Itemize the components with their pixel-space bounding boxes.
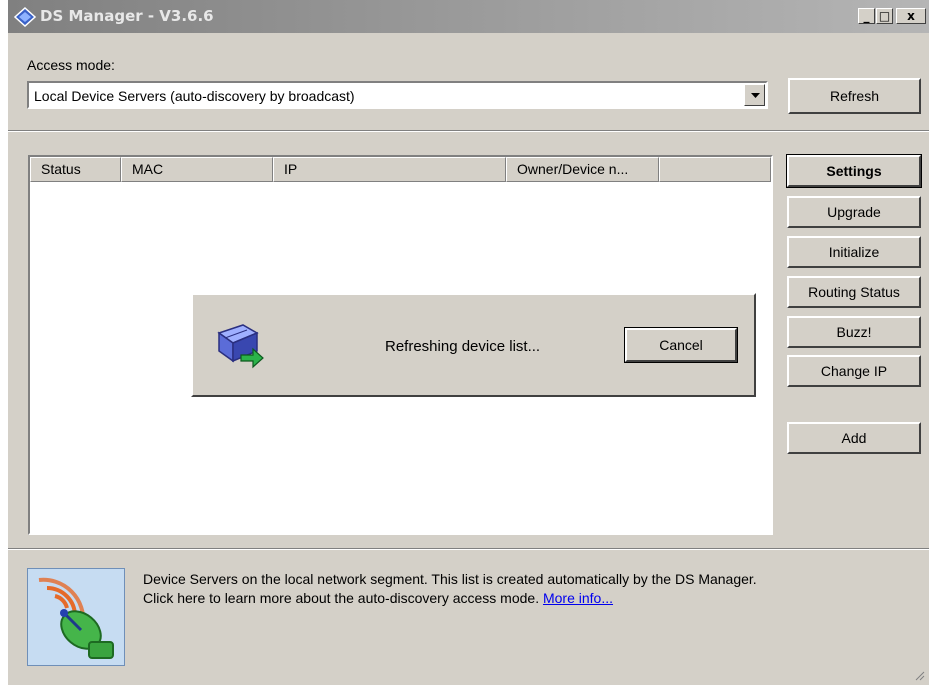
separator-top xyxy=(8,130,929,132)
info-text: Device Servers on the local network segm… xyxy=(143,570,757,608)
add-button[interactable]: Add xyxy=(787,422,921,454)
resize-grip-icon[interactable] xyxy=(913,669,925,681)
close-button[interactable]: x xyxy=(896,8,926,24)
maximize-button[interactable]: □ xyxy=(876,8,893,24)
separator-bottom xyxy=(8,548,929,550)
settings-button[interactable]: Settings xyxy=(786,154,922,188)
more-info-link[interactable]: More info... xyxy=(543,590,613,606)
window-title: DS Manager - V3.6.6 xyxy=(40,7,214,25)
dropdown-arrow-button[interactable] xyxy=(744,84,765,106)
routing-status-button[interactable]: Routing Status xyxy=(787,276,921,308)
change-ip-button[interactable]: Change IP xyxy=(787,355,921,387)
access-mode-select[interactable]: Local Device Servers (auto-discovery by … xyxy=(27,81,768,109)
refresh-button[interactable]: Refresh xyxy=(788,78,921,114)
initialize-button[interactable]: Initialize xyxy=(787,236,921,268)
column-header-mac[interactable]: MAC xyxy=(121,157,273,182)
buzz-button[interactable]: Buzz! xyxy=(787,316,921,348)
info-line-2-text: Click here to learn more about the auto-… xyxy=(143,590,540,606)
column-header-ip[interactable]: IP xyxy=(273,157,506,182)
access-mode-value: Local Device Servers (auto-discovery by … xyxy=(34,88,355,104)
refreshing-message: Refreshing device list... xyxy=(385,338,541,355)
ds-manager-app-icon xyxy=(14,7,36,27)
chevron-down-icon xyxy=(751,93,760,98)
ds-manager-window: DS Manager - V3.6.6 _ □ x Access mode: L… xyxy=(8,0,929,685)
access-mode-label: Access mode: xyxy=(27,57,115,73)
column-header-owner-device-name[interactable]: Owner/Device n... xyxy=(506,157,659,182)
minimize-button[interactable]: _ xyxy=(858,8,875,24)
upgrade-button[interactable]: Upgrade xyxy=(787,196,921,228)
satellite-dish-icon[interactable] xyxy=(27,568,125,666)
cancel-button[interactable]: Cancel xyxy=(624,327,738,363)
column-header-status[interactable]: Status xyxy=(30,157,121,182)
column-header-empty xyxy=(659,157,771,182)
title-bar[interactable]: DS Manager - V3.6.6 _ □ x xyxy=(8,0,929,33)
info-line-2: Click here to learn more about the auto-… xyxy=(143,589,757,608)
network-device-icon xyxy=(217,324,264,369)
refreshing-dialog: Refreshing device list... Cancel xyxy=(191,293,756,397)
info-line-1: Device Servers on the local network segm… xyxy=(143,571,757,587)
